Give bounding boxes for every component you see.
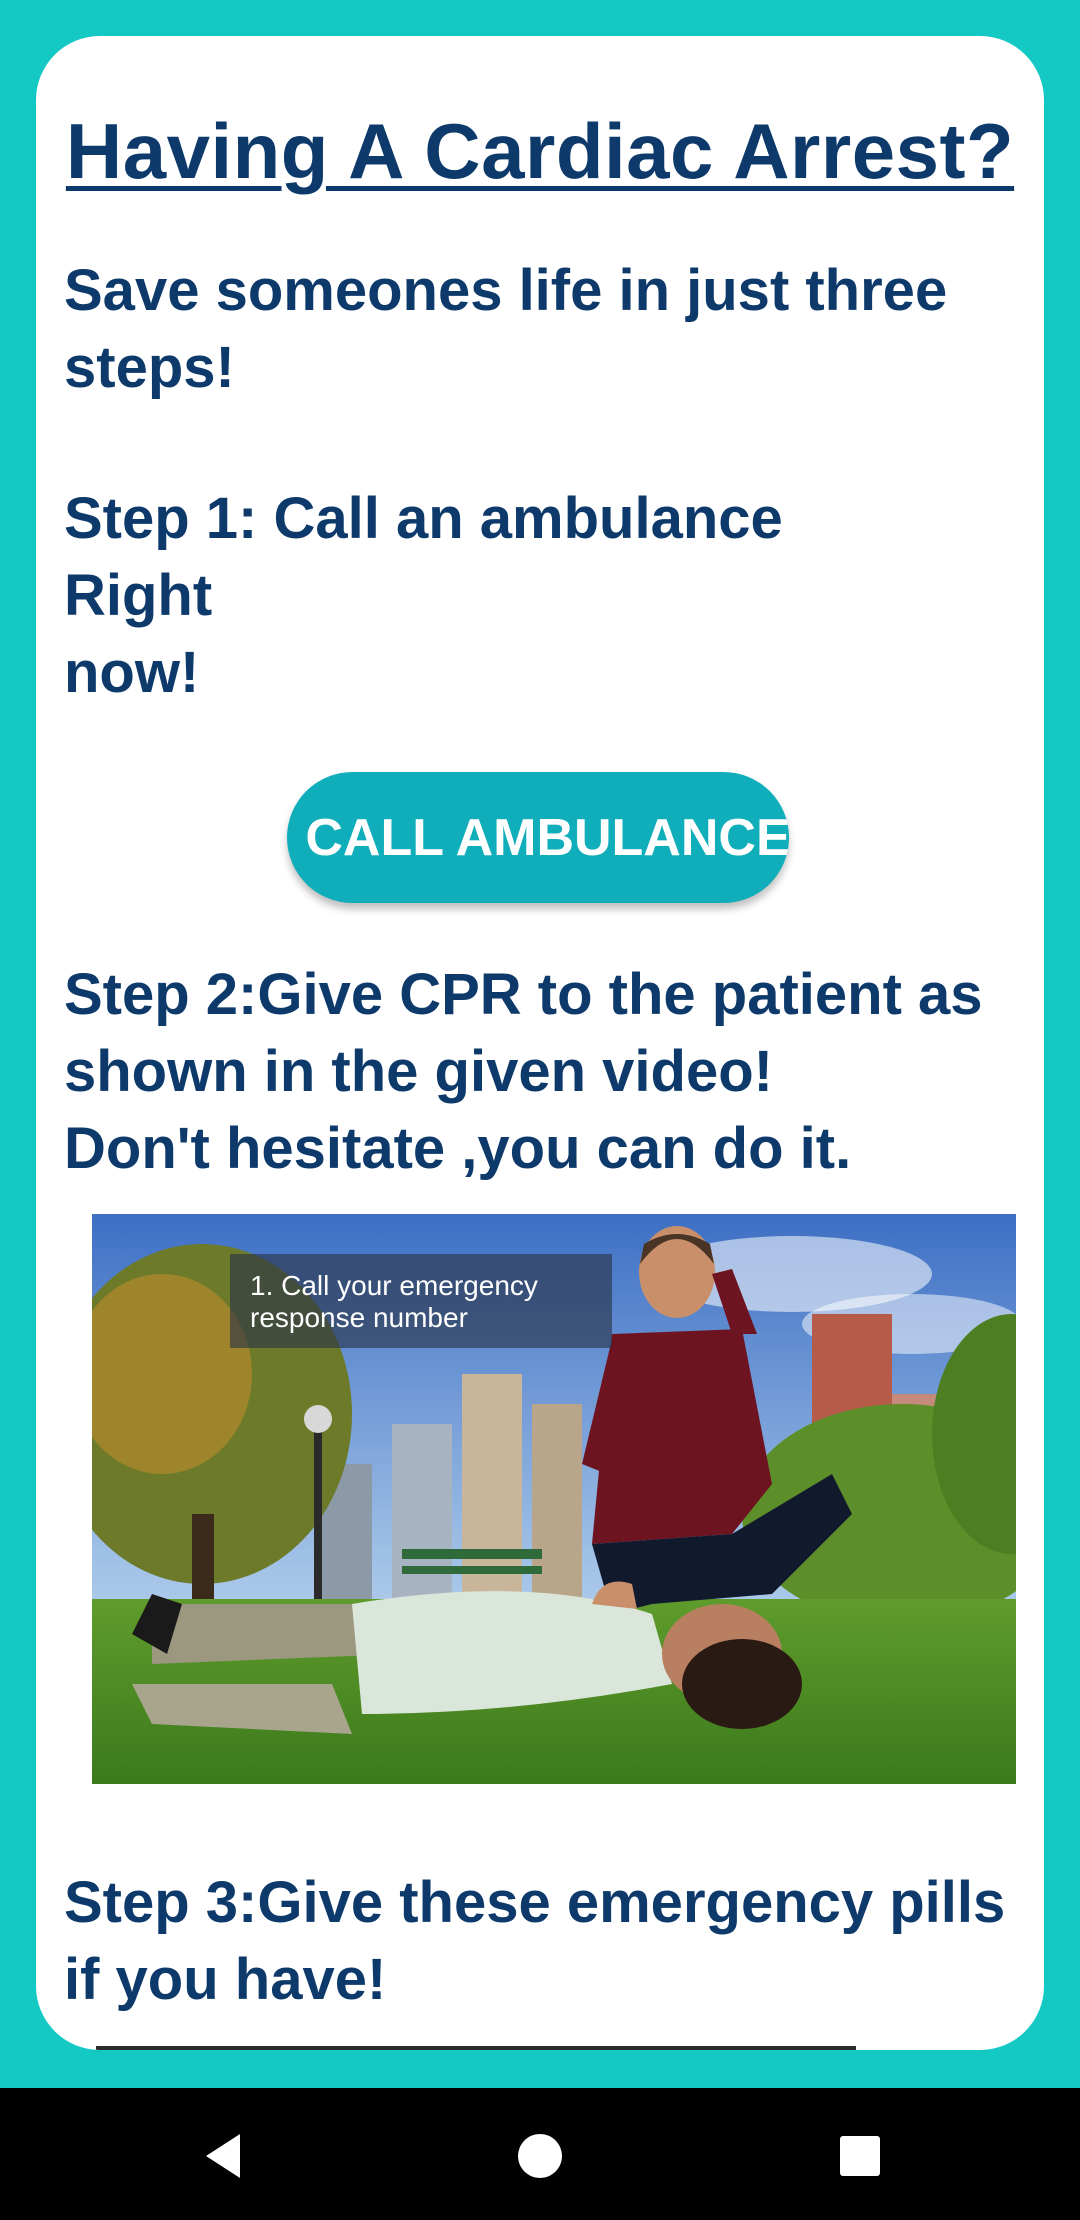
call-ambulance-button[interactable]: CALL AMBULANCE xyxy=(287,772,789,903)
video-caption: 1. Call your emergency response number xyxy=(230,1254,612,1348)
recents-icon[interactable] xyxy=(832,2128,888,2184)
next-image-edge xyxy=(96,2046,856,2050)
content-card: Having A Cardiac Arrest? Save someones l… xyxy=(36,36,1044,2050)
intro-text: Save someones life in just three steps! xyxy=(64,258,948,400)
step1-text: Step 1: Call an ambulance Right now! xyxy=(64,486,783,705)
system-navigation-bar xyxy=(0,2088,1080,2220)
back-icon[interactable] xyxy=(196,2128,252,2184)
step3-text: Step 3:Give these emergency pills if you… xyxy=(64,1870,1006,2012)
step2-text: Step 2:Give CPR to the patient as shown … xyxy=(64,962,983,1181)
cpr-video-thumbnail[interactable]: 1. Call your emergency response number xyxy=(92,1214,1016,1784)
home-icon[interactable] xyxy=(512,2128,568,2184)
page-title: Having A Cardiac Arrest? xyxy=(65,107,1015,195)
